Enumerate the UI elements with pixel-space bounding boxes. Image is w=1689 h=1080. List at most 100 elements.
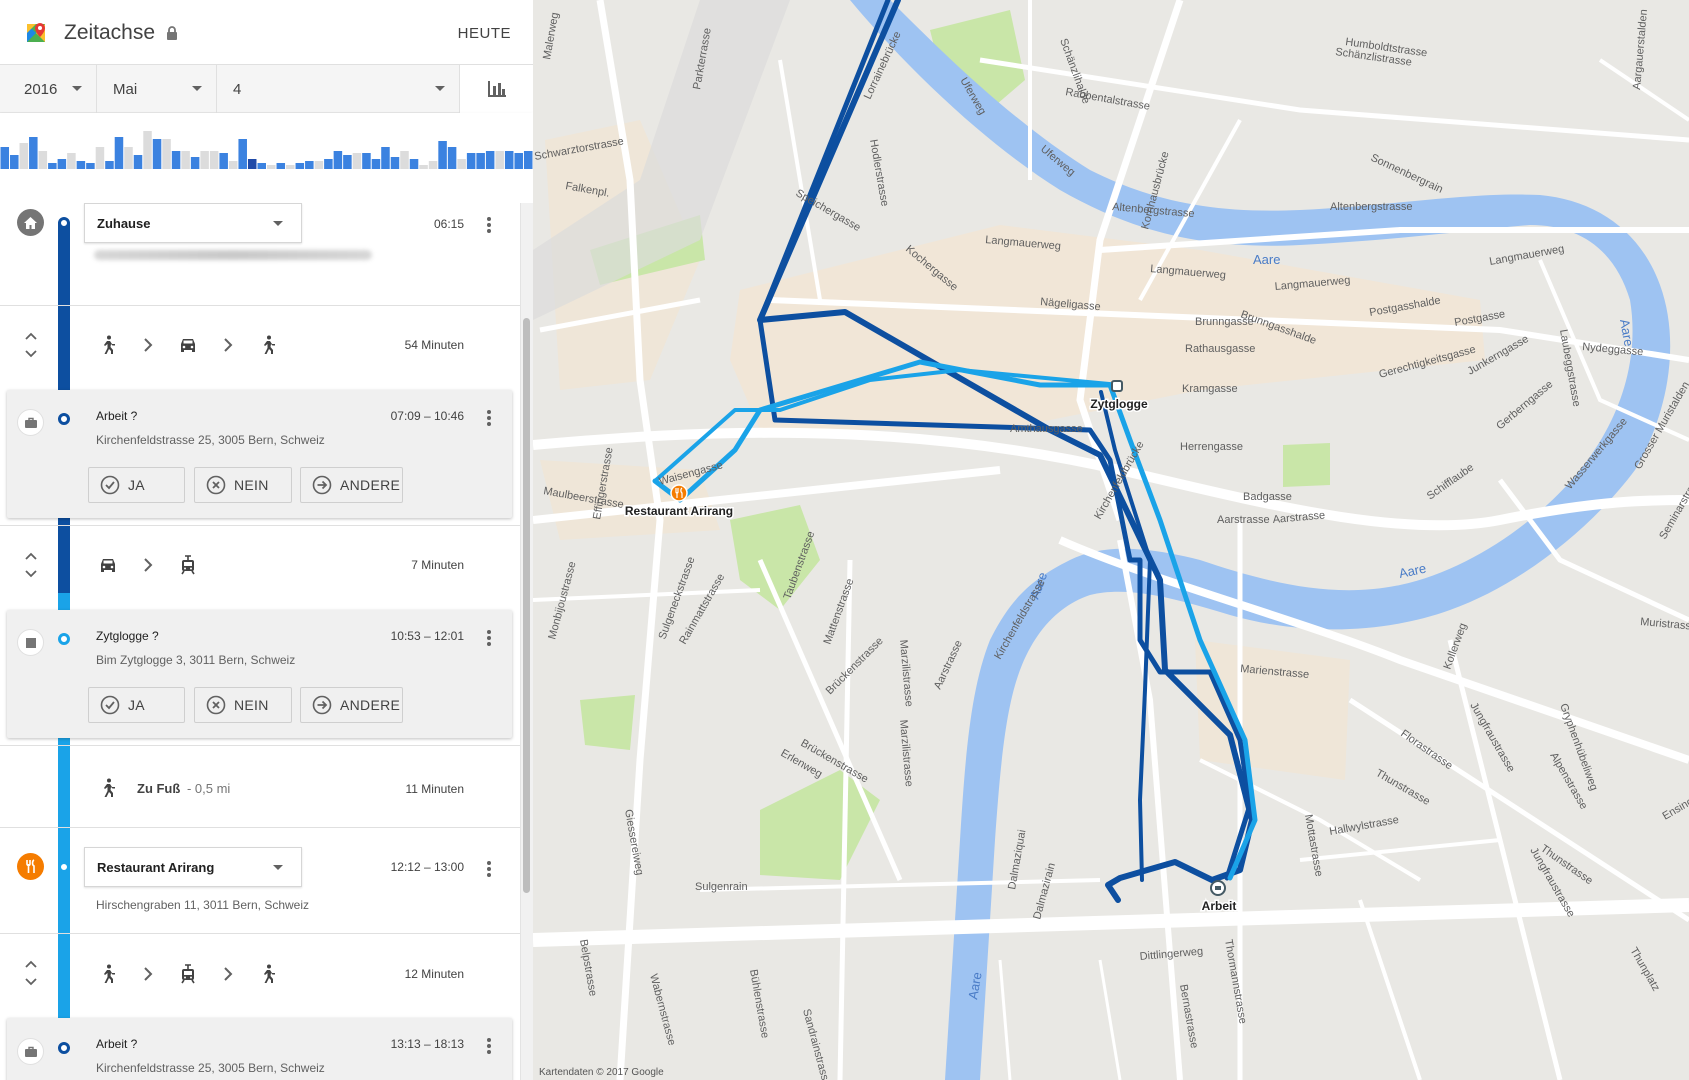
- histogram-bar[interactable]: [86, 163, 95, 169]
- histogram-bar[interactable]: [143, 131, 152, 169]
- more-options-icon[interactable]: [486, 216, 492, 234]
- histogram-bar[interactable]: [305, 161, 314, 169]
- histogram-bar[interactable]: [286, 165, 295, 169]
- map-copyright: Kartendaten © 2017 Google: [539, 1067, 664, 1078]
- date-selector-bar: 2016 Mai 4: [0, 65, 533, 113]
- histogram-bar[interactable]: [267, 165, 276, 169]
- day-histogram[interactable]: [0, 113, 533, 203]
- histogram-bar[interactable]: [67, 153, 76, 169]
- histogram-bar[interactable]: [38, 151, 48, 169]
- other-place-button[interactable]: ANDERE: [300, 687, 403, 723]
- histogram-bar[interactable]: [419, 165, 428, 169]
- histogram-bar[interactable]: [114, 137, 124, 169]
- place-name-select[interactable]: Restaurant Arirang: [84, 847, 302, 887]
- histogram-bar[interactable]: [447, 147, 457, 169]
- histogram-bar[interactable]: [409, 159, 419, 169]
- timeline-panel: Zeitachse HEUTE 2016 Mai 4 Zuhause 06:15…: [0, 0, 533, 1080]
- histogram-bar[interactable]: [400, 151, 409, 169]
- expand-collapse-icon[interactable]: [22, 550, 40, 580]
- bar-chart-icon: [487, 81, 506, 97]
- histogram-bar[interactable]: [333, 151, 343, 169]
- histogram-bar[interactable]: [209, 151, 219, 169]
- histogram-bar[interactable]: [29, 137, 38, 169]
- histogram-bar[interactable]: [514, 153, 523, 169]
- histogram-bar[interactable]: [124, 147, 133, 169]
- map-canvas[interactable]: Zytglogge Restaurant Arirang Arbeit Aare…: [533, 0, 1689, 1080]
- histogram-bar[interactable]: [457, 159, 466, 169]
- histogram-bar[interactable]: [390, 157, 400, 169]
- histogram-bar[interactable]: [343, 155, 352, 169]
- street-label: Kramgasse: [1182, 383, 1238, 395]
- histogram-bar[interactable]: [57, 159, 67, 169]
- histogram-bar[interactable]: [381, 147, 390, 169]
- histogram-bar[interactable]: [352, 153, 362, 169]
- histogram-bar[interactable]: [133, 155, 143, 169]
- histogram-bar[interactable]: [257, 163, 266, 169]
- histogram-bar[interactable]: [200, 151, 209, 169]
- place-address: Kirchenfeldstrasse 25, 3005 Bern, Schwei…: [96, 1061, 325, 1075]
- histogram-bar[interactable]: [95, 147, 105, 169]
- histogram-bar[interactable]: [466, 153, 476, 169]
- histogram-bar[interactable]: [314, 161, 324, 169]
- histogram-bar[interactable]: [495, 151, 504, 169]
- histogram-bar[interactable]: [485, 151, 495, 169]
- histogram-bar[interactable]: [238, 139, 247, 169]
- histogram-bar[interactable]: [19, 143, 29, 169]
- street-label: Amthausgasse: [1010, 423, 1083, 435]
- histogram-bar[interactable]: [504, 151, 514, 169]
- scrollbar-thumb[interactable]: [523, 318, 530, 893]
- more-options-icon[interactable]: [486, 409, 492, 427]
- more-options-icon[interactable]: [486, 629, 492, 647]
- histogram-bar[interactable]: [171, 151, 181, 169]
- bar-chart-button[interactable]: [460, 65, 533, 113]
- place-address: Hirschengraben 11, 3011 Bern, Schweiz: [96, 898, 310, 912]
- confirm-yes-button[interactable]: JA: [88, 687, 185, 723]
- trip-duration: 54 Minuten: [404, 338, 464, 352]
- histogram-bar[interactable]: [219, 153, 228, 169]
- map-view[interactable]: Zytglogge Restaurant Arirang Arbeit Aare…: [533, 0, 1689, 1080]
- histogram-bar[interactable]: [76, 161, 86, 169]
- histogram-bar[interactable]: [181, 151, 190, 169]
- chevron-right-icon: [200, 333, 256, 357]
- expand-collapse-icon[interactable]: [22, 958, 40, 988]
- histogram-bar[interactable]: [10, 155, 19, 169]
- histogram-bar[interactable]: [428, 161, 438, 169]
- histogram-bar[interactable]: [362, 153, 371, 169]
- histogram-bar[interactable]: [276, 163, 286, 169]
- other-place-button[interactable]: ANDERE: [300, 467, 403, 503]
- more-options-icon[interactable]: [486, 1037, 492, 1055]
- histogram-bar[interactable]: [0, 147, 10, 169]
- histogram-bar[interactable]: [228, 161, 238, 169]
- histogram-bar[interactable]: [190, 157, 200, 169]
- divider: [0, 305, 520, 306]
- histogram-bar[interactable]: [48, 163, 57, 169]
- histogram-bar[interactable]: [105, 161, 114, 169]
- histogram-bar[interactable]: [162, 139, 171, 169]
- expand-collapse-icon[interactable]: [22, 330, 40, 360]
- walk-icon: [256, 962, 280, 986]
- year-select[interactable]: 2016: [0, 65, 97, 113]
- confirm-no-button[interactable]: NEIN: [194, 687, 292, 723]
- place-address: Kirchenfeldstrasse 25, 3005 Bern, Schwei…: [96, 433, 325, 447]
- histogram-bar[interactable]: [523, 151, 533, 169]
- histogram-bar[interactable]: [438, 141, 447, 169]
- histogram-bar[interactable]: [247, 159, 257, 169]
- stop-square-icon: [17, 629, 44, 656]
- place-name-select[interactable]: Zuhause: [84, 203, 302, 243]
- today-button[interactable]: HEUTE: [458, 25, 511, 42]
- month-select[interactable]: Mai: [97, 65, 217, 113]
- park: [1283, 443, 1330, 487]
- transport-modes: [96, 333, 280, 357]
- more-options-icon[interactable]: [486, 860, 492, 878]
- car-icon: [96, 553, 120, 577]
- confirm-yes-button[interactable]: JA: [88, 467, 185, 503]
- histogram-bar[interactable]: [476, 153, 485, 169]
- confirm-no-button[interactable]: NEIN: [194, 467, 292, 503]
- button-label: ANDERE: [340, 477, 401, 493]
- histogram-bar[interactable]: [324, 159, 333, 169]
- histogram-bar[interactable]: [152, 139, 162, 169]
- day-select[interactable]: 4: [217, 65, 460, 113]
- histogram-bar[interactable]: [295, 163, 305, 169]
- timeline-dot: [58, 633, 70, 645]
- histogram-bar[interactable]: [371, 159, 381, 169]
